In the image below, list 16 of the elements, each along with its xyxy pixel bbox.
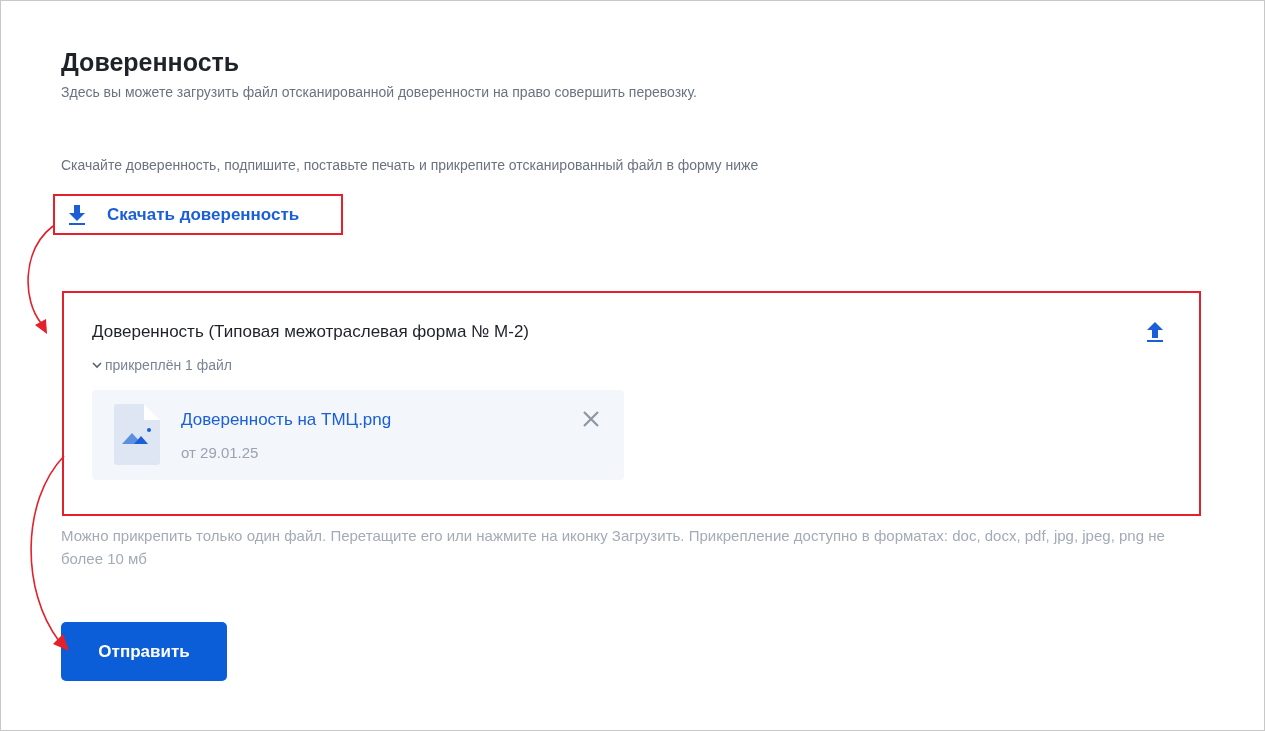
chevron-icon [92, 361, 102, 369]
upload-hint: Можно прикрепить только один файл. Перетащите его или нажмите на иконку Загрузить. Прикрепление доступно в форматах: doc, docx, pdf, jpg, jpeg, png не более 10 мб [61, 526, 1166, 569]
file-date: от 29.01.25 [181, 442, 260, 463]
upload-icon[interactable] [1145, 320, 1165, 343]
page-title: Доверенность [61, 47, 241, 78]
download-icon [67, 203, 87, 226]
attachments-toggle[interactable]: прикреплён 1 файл [92, 354, 232, 376]
remove-file-button[interactable] [582, 409, 600, 428]
document-label: Доверенность (Типовая межотраслевая форма № М-2) [92, 321, 529, 343]
file-name-link[interactable]: Доверенность на ТМЦ.png [181, 409, 392, 430]
download-link[interactable]: Скачать доверенность [67, 201, 300, 228]
image-file-icon [114, 403, 160, 465]
submit-button[interactable]: Отправить [61, 622, 227, 681]
close-icon [582, 409, 600, 428]
page-description: Здесь вы можете загрузить файл отсканированной доверенности на право совершить перевозку. [61, 83, 698, 102]
instruction-text: Скачайте доверенность, подпишите, поставьте печать и прикрепите отсканированный файл в форму ниже [61, 156, 760, 175]
